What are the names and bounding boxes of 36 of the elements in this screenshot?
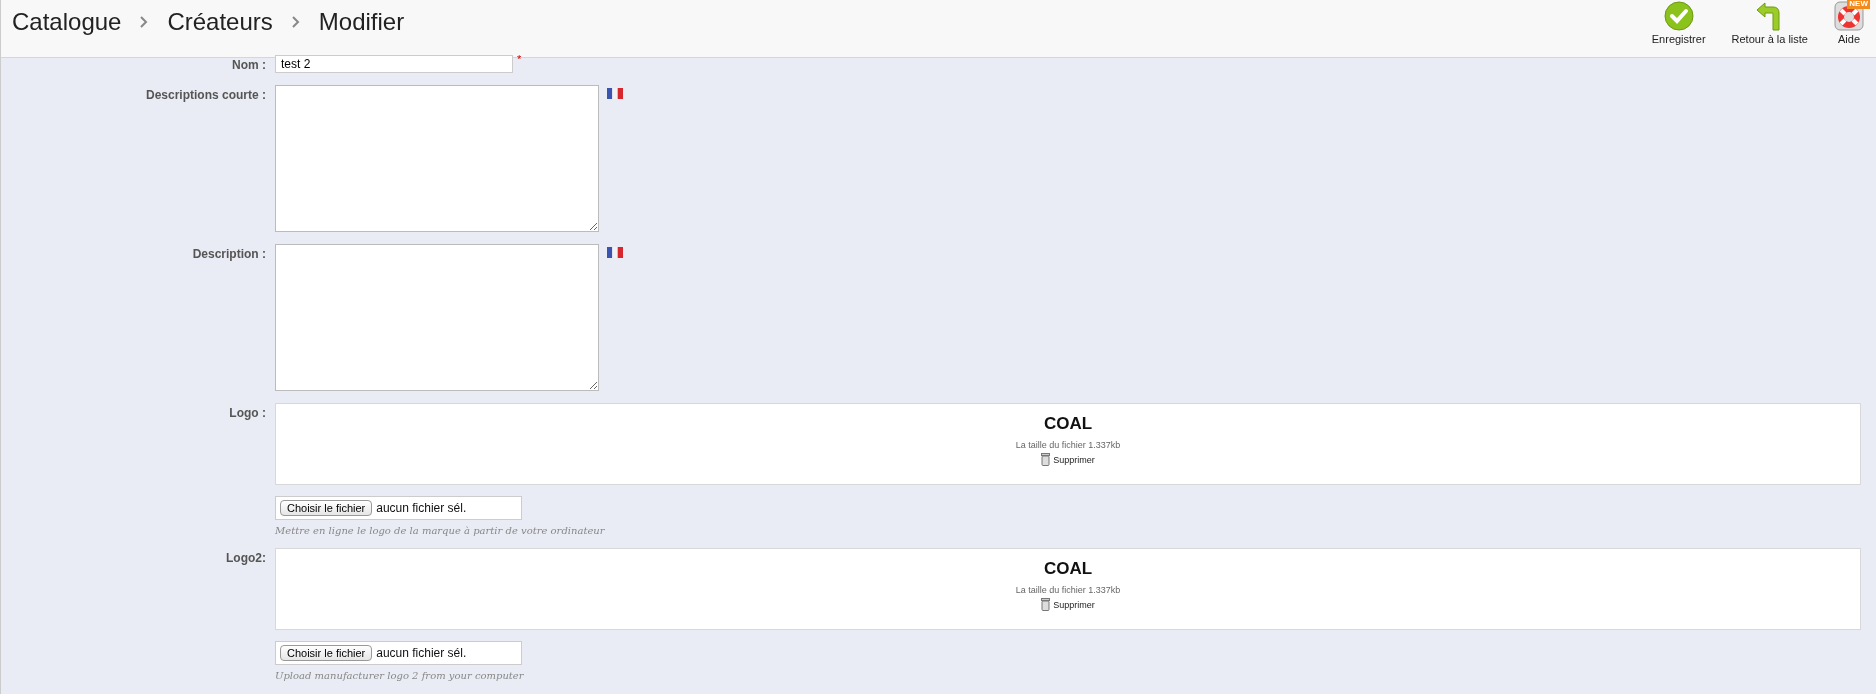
- field-label: Logo2:: [225, 550, 267, 567]
- trash-icon: [1041, 598, 1051, 611]
- breadcrumb-item[interactable]: Modifier: [318, 8, 405, 36]
- file-status: aucun fichier sél.: [376, 501, 467, 515]
- field-label: Description :: [191, 246, 267, 263]
- hint-text: Mettre en ligne le logo de la marque à partir de votre ordinateur: [275, 525, 606, 536]
- file-input[interactable]: Choisir le fichier aucun fichier sél.: [275, 641, 522, 665]
- logo: COAL: [1043, 415, 1093, 432]
- description-field[interactable]: [275, 244, 599, 391]
- field-label: Logo :: [228, 405, 267, 422]
- delete-link[interactable]: Supprimer: [1041, 598, 1095, 611]
- chevron-icon: [139, 16, 150, 28]
- description-field[interactable]: [275, 85, 599, 232]
- back-button[interactable]: Retour à la liste: [1727, 0, 1812, 46]
- flag-icon: [607, 88, 623, 99]
- logo: COAL: [1043, 560, 1093, 577]
- name-field[interactable]: test 2: [275, 55, 513, 73]
- delete-link[interactable]: Supprimer: [1041, 453, 1095, 466]
- field-label: Nom :: [231, 57, 267, 73]
- flag-icon: [607, 247, 623, 258]
- trash-icon: [1041, 453, 1051, 466]
- file-status: aucun fichier sél.: [376, 646, 467, 660]
- file-size-text: La taille du fichier 1.337kb: [1015, 440, 1121, 450]
- choose-file-button[interactable]: Choisir le fichier: [280, 645, 373, 661]
- chevron-icon: [290, 16, 301, 28]
- choose-file-button[interactable]: Choisir le fichier: [280, 500, 373, 516]
- required-mark: *: [517, 55, 522, 63]
- help-button[interactable]: NEW Aide: [1830, 0, 1868, 46]
- file-size-text: La taille du fichier 1.337kb: [1015, 585, 1121, 595]
- breadcrumb-item[interactable]: Créateurs: [167, 8, 273, 36]
- field-label: Descriptions courte :: [144, 87, 267, 104]
- save-button[interactable]: Enregistrer: [1647, 0, 1710, 46]
- file-input[interactable]: Choisir le fichier aucun fichier sél.: [275, 496, 522, 520]
- breadcrumb-item[interactable]: Catalogue: [12, 8, 122, 36]
- hint-text: Upload manufacturer logo 2 from your computer: [275, 670, 525, 681]
- new-badge: NEW: [1847, 0, 1870, 9]
